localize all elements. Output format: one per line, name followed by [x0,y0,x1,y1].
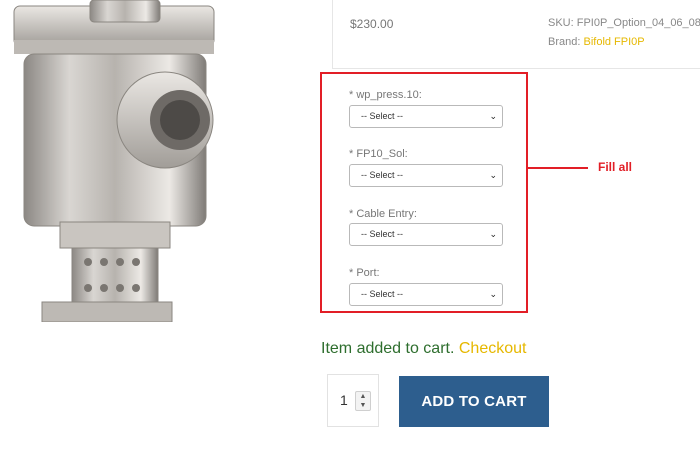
required-mark: * [349,267,354,279]
quantity-value: 1 [340,392,348,408]
select-fp10-sol[interactable]: -- Select -- ⌄ [349,164,503,187]
chevron-down-icon: ⌄ [489,170,497,180]
select-cable-entry[interactable]: -- Select -- ⌄ [349,223,503,246]
spinner-icon[interactable]: ▲ ▼ [355,391,371,411]
select-value: -- Select -- [361,111,404,121]
chevron-down-icon: ⌄ [489,289,497,299]
option-label-text: wp_press.10: [356,89,422,101]
option-label-port: * Port: [349,267,380,279]
select-port[interactable]: -- Select -- ⌄ [349,283,503,306]
add-to-cart-button[interactable]: ADD TO CART [399,376,549,427]
annotation-text: Fill all [598,160,633,174]
sku-label: SKU: [548,17,574,29]
checkout-link[interactable]: Checkout [459,340,527,357]
sku-value: FPI0P_Option_04_06_08 [576,17,700,29]
product-price: $230.00 [350,17,394,31]
option-label-text: FP10_Sol: [356,148,408,160]
annotation-line [528,167,588,169]
chevron-down-icon: ⌄ [489,111,497,121]
select-wp-press[interactable]: -- Select -- ⌄ [349,105,503,128]
brand-link[interactable]: Bifold FPI0P [583,36,644,48]
cart-message-text: Item added to cart. [321,340,455,357]
brand-label: Brand: [548,36,581,48]
option-label-text: Port: [356,267,380,279]
quantity-stepper[interactable]: 1 ▲ ▼ [327,374,379,427]
cart-added-message: Item added to cart. Checkout [321,340,526,358]
select-value: -- Select -- [361,170,404,180]
chevron-down-icon: ⌄ [489,229,497,239]
option-label-fp10-sol: * FP10_Sol: [349,148,408,160]
product-image [0,0,215,322]
option-label-wp-press: * wp_press.10: [349,89,422,101]
required-mark: * [349,208,354,220]
summary-divider-horizontal [332,68,700,69]
product-sku: SKU: FPI0P_Option_04_06_08 [548,17,700,29]
option-label-cable-entry: * Cable Entry: [349,208,417,220]
summary-divider-vertical [332,0,333,68]
product-photo [13,0,215,322]
required-mark: * [349,89,354,101]
select-value: -- Select -- [361,229,404,239]
required-mark: * [349,148,354,160]
select-value: -- Select -- [361,289,404,299]
option-label-text: Cable Entry: [356,208,417,220]
product-brand: Brand: Bifold FPI0P [548,36,645,48]
